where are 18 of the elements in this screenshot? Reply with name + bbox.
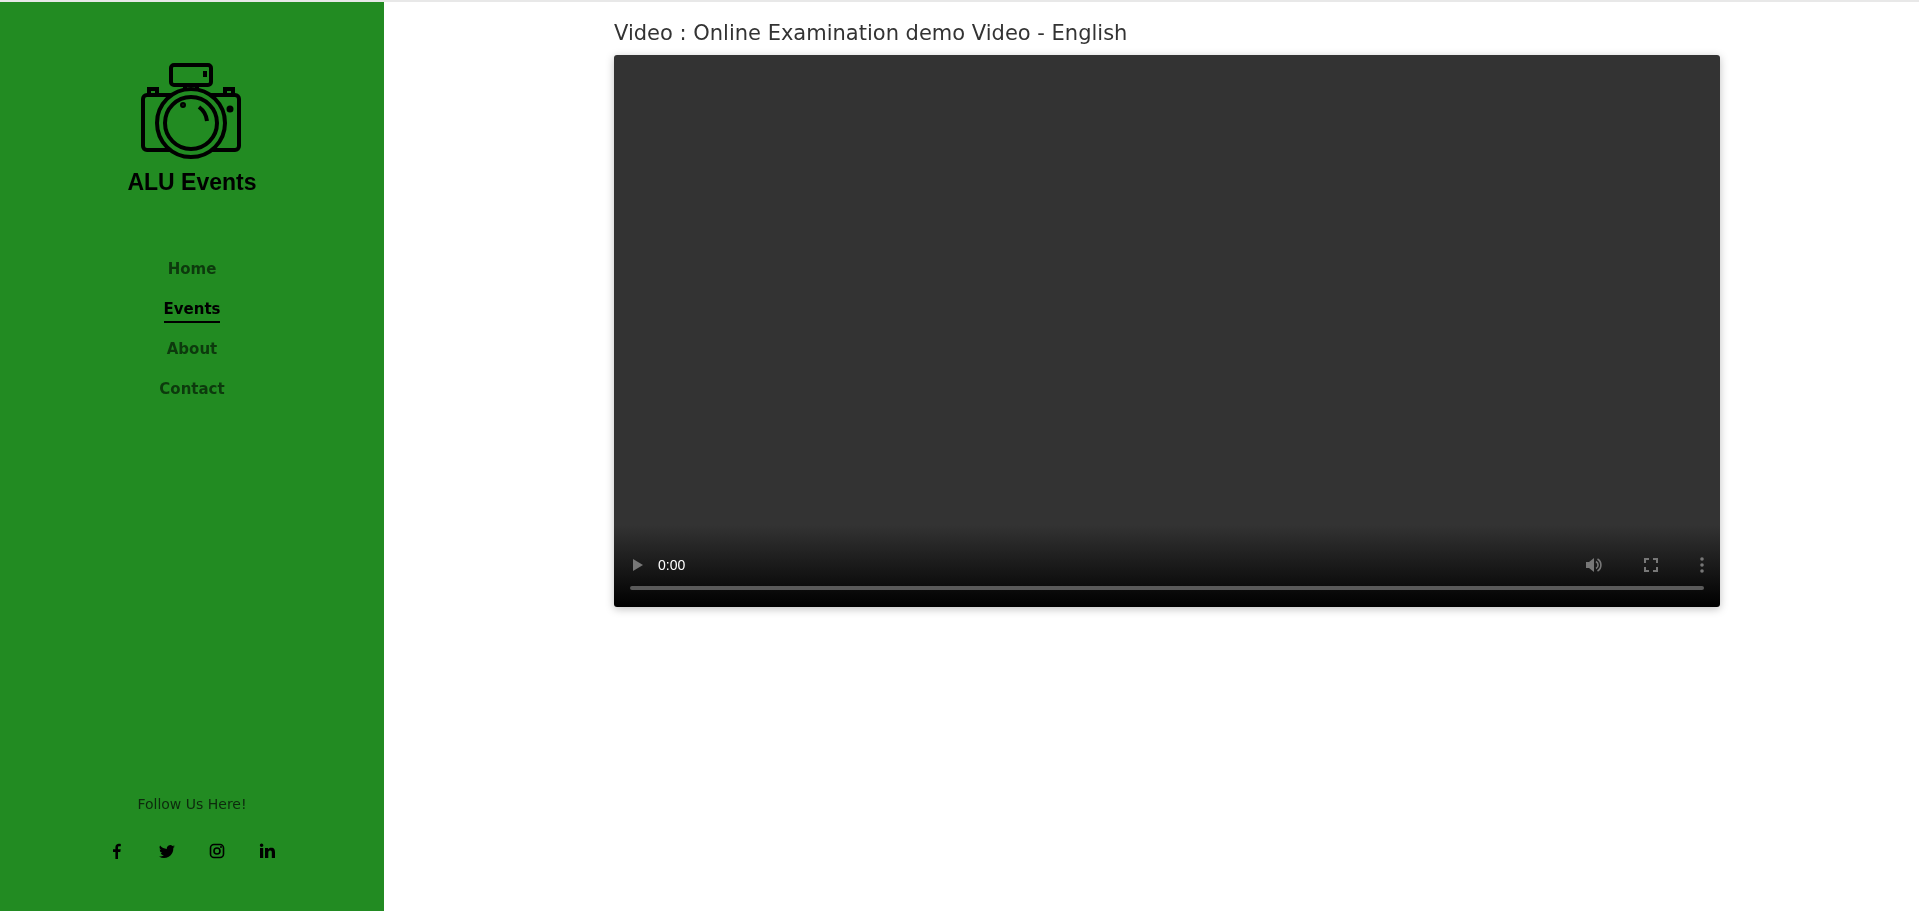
follow-text: Follow Us Here! <box>137 796 247 812</box>
nav-link[interactable]: Contact <box>159 380 225 403</box>
instagram-icon[interactable] <box>209 843 225 859</box>
twitter-icon[interactable] <box>159 843 175 859</box>
brand-name: ALU Events <box>127 169 257 196</box>
progress-track[interactable] <box>630 586 1704 590</box>
volume-icon[interactable] <box>1584 556 1602 574</box>
camera-logo-icon <box>141 63 243 159</box>
more-options-icon[interactable] <box>1700 557 1704 573</box>
video-title: Video : Online Examination demo Video - English <box>614 20 1129 47</box>
video-player[interactable]: 0:00 <box>614 55 1720 607</box>
nav-link[interactable]: Home <box>167 260 217 283</box>
nav-link[interactable]: About <box>166 340 218 363</box>
nav-link[interactable]: Events <box>163 300 221 323</box>
play-icon[interactable] <box>630 558 644 572</box>
fullscreen-icon[interactable] <box>1644 558 1658 572</box>
video-time: 0:00 <box>658 557 686 573</box>
linkedin-icon[interactable] <box>259 843 275 859</box>
